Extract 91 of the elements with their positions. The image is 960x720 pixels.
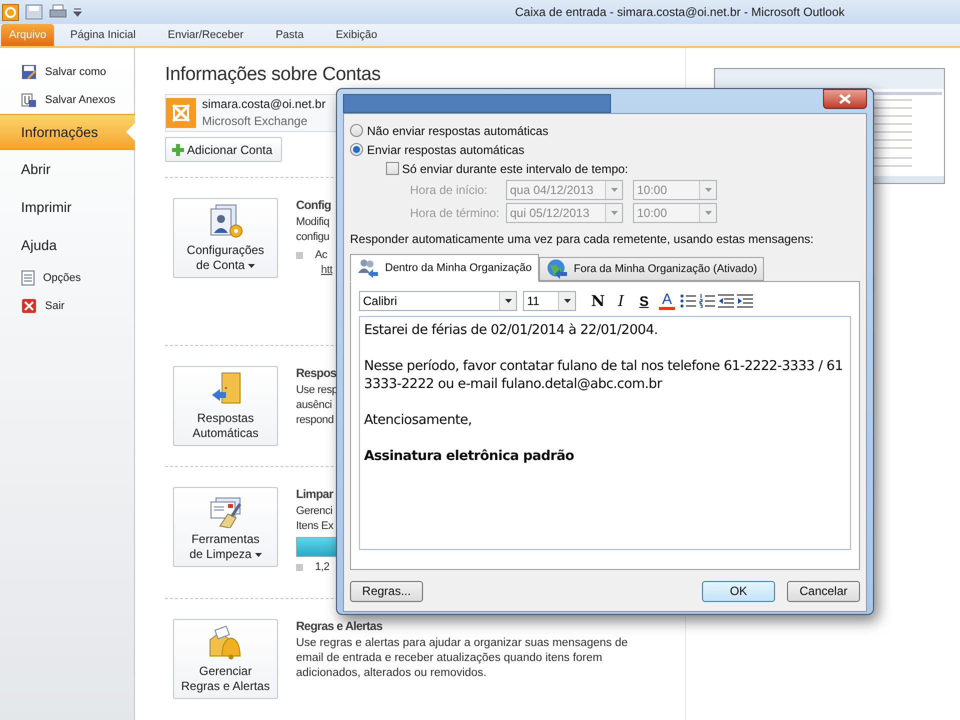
cleanup-broom-icon xyxy=(208,496,244,528)
message-paragraph: Estarei de férias de 02/01/2014 à 22/01/2004. xyxy=(364,321,659,339)
sidebar-item[interactable]: Ajuda xyxy=(0,226,134,264)
plus-icon xyxy=(172,144,184,156)
radio-label: Não enviar respostas automáticas xyxy=(367,122,548,140)
close-button[interactable] xyxy=(823,89,867,109)
dropdown-arrow-icon xyxy=(254,552,262,557)
sidebar-item[interactable]: Abrir xyxy=(0,150,134,188)
selection-pointer-icon xyxy=(126,123,135,141)
sidebar-item[interactable]: Opções xyxy=(0,264,134,292)
font-size-dropdown[interactable]: 11 xyxy=(523,291,576,311)
font-color-button[interactable]: A xyxy=(657,292,677,310)
sidebar-item[interactable]: Salvar como xyxy=(0,58,134,86)
description-text: configu xyxy=(296,230,330,245)
link[interactable]: htt xyxy=(321,263,332,278)
close-icon xyxy=(839,94,851,104)
ribbon-tab[interactable]: Exibição xyxy=(320,24,394,46)
increase-indent-icon[interactable] xyxy=(737,294,753,308)
instruction-text: Responder automaticamente uma vez para cada remetente, usando estas mensagens: xyxy=(350,231,815,248)
bullet-list-icon[interactable] xyxy=(680,294,696,308)
numbered-list-icon[interactable] xyxy=(699,294,715,308)
ribbon-tab[interactable]: Página Inicial xyxy=(54,24,152,46)
radio-label: Enviar respostas automáticas xyxy=(367,142,524,158)
section-button[interactable]: Respostas Automáticas xyxy=(173,366,278,446)
description-text: Gerenci xyxy=(296,504,334,519)
dialog-button[interactable]: OK xyxy=(702,580,775,602)
account-type: Microsoft Exchange xyxy=(202,113,308,130)
dropdown-arrow-icon xyxy=(504,299,512,303)
exit-icon xyxy=(21,298,37,314)
section-button[interactable]: Configurações de Conta xyxy=(173,198,278,278)
checkbox-label: Só enviar durante este intervalo de tempo: xyxy=(402,160,628,178)
dropdown-arrow-icon xyxy=(610,188,618,192)
sidebar-item[interactable]: Sair xyxy=(0,292,134,320)
field-label: Hora de término: xyxy=(410,204,500,222)
sidebar-item[interactable]: Imprimir xyxy=(0,188,134,226)
account-settings-icon xyxy=(208,203,244,239)
description-text: Modifiq xyxy=(296,215,330,230)
radio-button[interactable] xyxy=(350,124,363,137)
message-paragraph: Nesse período, favor contatar fulano de tal nos telefone 61-2222-3333 / 61 3333-2222 ou e-mail fulano.detal@abc.com.br xyxy=(364,357,844,393)
window-title: Caixa de entrada - simara.costa@oi.net.br - Microsoft Outlook xyxy=(515,4,845,21)
underline-button[interactable]: S xyxy=(634,290,654,312)
dropdown-arrow-icon xyxy=(564,299,570,303)
bullet-text: Ac xyxy=(315,248,328,263)
section-title: Respos xyxy=(296,366,338,381)
save-icon[interactable] xyxy=(25,4,43,20)
customize-toolbar-icon[interactable] xyxy=(73,7,82,17)
dropdown-arrow-icon xyxy=(248,264,255,268)
dialog-button[interactable]: Cancelar xyxy=(787,580,860,602)
section-button[interactable]: Gerenciar Regras e Alertas xyxy=(173,619,278,699)
italic-button[interactable]: I xyxy=(611,290,631,312)
message-editor[interactable] xyxy=(359,316,851,550)
outlook-logo-icon[interactable] xyxy=(2,4,19,20)
save-as-icon xyxy=(21,64,37,80)
globe-arrow-icon xyxy=(546,259,568,279)
envelope-bell-icon xyxy=(208,626,244,660)
dropdown-arrow-icon xyxy=(610,210,618,214)
dropdown-arrow-icon xyxy=(704,210,712,214)
ribbon-tab[interactable]: Enviar/Receber xyxy=(152,24,260,46)
ribbon-tab[interactable]: Pasta xyxy=(260,24,320,46)
section-title: Regras e Alertas xyxy=(296,619,384,634)
bold-button[interactable]: N xyxy=(588,290,608,312)
account-email: simara.costa@oi.net.br xyxy=(202,96,326,113)
message-tab[interactable]: Dentro da Minha Organização xyxy=(350,254,539,282)
sidebar-item[interactable]: Informações xyxy=(0,114,135,150)
page-heading: Informações sobre Contas xyxy=(165,64,382,86)
dialog-button[interactable]: Regras... xyxy=(350,580,423,602)
section-button[interactable]: Ferramentas de Limpeza xyxy=(173,487,278,567)
description-text: ausênci xyxy=(296,398,333,413)
bullet-icon xyxy=(296,564,303,571)
people-arrow-icon xyxy=(357,258,379,278)
description-text: Use regras e alertas para ajudar a organizar suas mensagens de email de entrada e receber atualizações quando itens forem adicionados, alterados ou removidos. xyxy=(296,636,629,681)
description-text: respond xyxy=(296,413,335,428)
bullet-text: 1,2 xyxy=(315,560,330,575)
add-account-button[interactable]: Adicionar Conta xyxy=(165,137,282,162)
decrease-indent-icon[interactable] xyxy=(718,294,734,308)
description-text: Itens Ex xyxy=(296,519,334,534)
document-icon xyxy=(21,270,35,286)
attachment-icon xyxy=(21,92,37,108)
section-title: Config xyxy=(296,198,332,213)
dropdown-arrow-icon xyxy=(704,188,712,192)
section-title: Limpar xyxy=(296,487,334,502)
sidebar-item[interactable]: Salvar Anexos xyxy=(0,86,134,114)
exchange-logo-icon xyxy=(166,98,196,128)
message-paragraph: Atenciosamente, xyxy=(364,411,473,429)
message-tab[interactable]: Fora da Minha Organização (Ativado) xyxy=(538,257,764,281)
font-dropdown[interactable]: Calibri xyxy=(359,291,517,311)
print-icon[interactable] xyxy=(49,4,67,20)
field-label: Hora de início: xyxy=(410,182,488,198)
message-paragraph: Assinatura eletrônica padrão xyxy=(364,447,576,465)
radio-button[interactable] xyxy=(350,143,363,156)
bullet-icon xyxy=(296,252,303,259)
